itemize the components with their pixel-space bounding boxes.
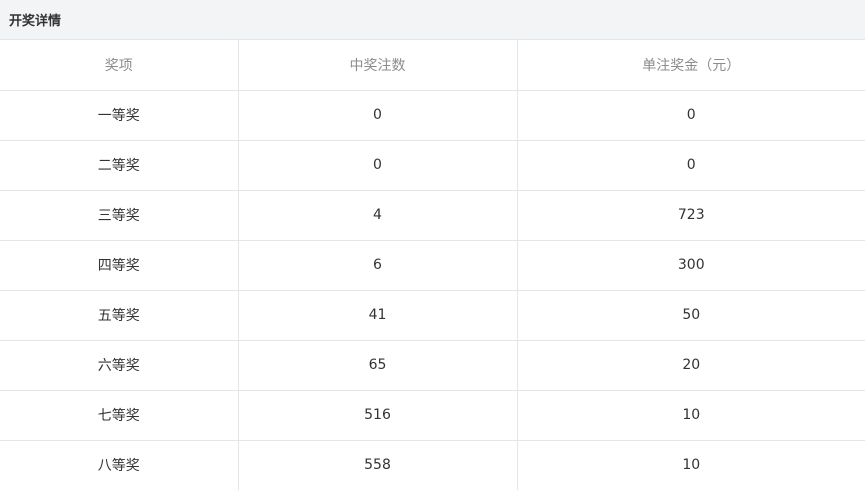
prize-level-cell: 五等奖 xyxy=(0,290,239,341)
prize-amount-cell: 20 xyxy=(517,340,865,391)
prize-level-cell: 三等奖 xyxy=(0,190,239,241)
table-header-row: 奖项 中奖注数 单注奖金（元） xyxy=(0,40,865,91)
winning-count-cell: 4 xyxy=(238,190,518,241)
prize-level-cell: 六等奖 xyxy=(0,340,239,391)
winning-count-cell: 0 xyxy=(238,90,518,141)
prize-amount-cell: 0 xyxy=(517,140,865,191)
prize-details-panel: 开奖详情 奖项 中奖注数 单注奖金（元） 一等奖 0 0 二等奖 0 0 三等奖… xyxy=(0,0,865,492)
table-row: 四等奖 6 300 xyxy=(0,240,865,291)
table-row: 七等奖 516 10 xyxy=(0,390,865,441)
prize-level-cell: 八等奖 xyxy=(0,440,239,490)
winning-count-cell: 41 xyxy=(238,290,518,341)
prize-table: 奖项 中奖注数 单注奖金（元） 一等奖 0 0 二等奖 0 0 三等奖 4 72… xyxy=(0,40,865,490)
prize-level-cell: 七等奖 xyxy=(0,390,239,441)
column-header-prize-amount: 单注奖金（元） xyxy=(517,40,865,91)
panel-header: 开奖详情 xyxy=(0,0,865,40)
table-row: 六等奖 65 20 xyxy=(0,340,865,391)
prize-amount-cell: 50 xyxy=(517,290,865,341)
prize-amount-cell: 300 xyxy=(517,240,865,291)
prize-amount-cell: 10 xyxy=(517,390,865,441)
prize-amount-cell: 0 xyxy=(517,90,865,141)
winning-count-cell: 516 xyxy=(238,390,518,441)
prize-level-cell: 一等奖 xyxy=(0,90,239,141)
winning-count-cell: 65 xyxy=(238,340,518,391)
panel-title: 开奖详情 xyxy=(9,14,62,29)
table-row: 三等奖 4 723 xyxy=(0,190,865,241)
table-row: 一等奖 0 0 xyxy=(0,90,865,141)
prize-amount-cell: 10 xyxy=(682,457,701,474)
column-header-prize-level: 奖项 xyxy=(0,40,239,91)
prize-amount-cell: 723 xyxy=(517,190,865,241)
winning-count-cell: 0 xyxy=(238,140,518,191)
column-header-winning-count: 中奖注数 xyxy=(238,40,518,91)
winning-count-cell: 6 xyxy=(238,240,518,291)
table-row: 八等奖 558 10 xyxy=(0,440,865,490)
prize-level-cell: 四等奖 xyxy=(0,240,239,291)
prize-level-cell: 二等奖 xyxy=(0,140,239,191)
table-row: 五等奖 41 50 xyxy=(0,290,865,341)
table-row: 二等奖 0 0 xyxy=(0,140,865,191)
winning-count-cell: 558 xyxy=(238,440,518,490)
